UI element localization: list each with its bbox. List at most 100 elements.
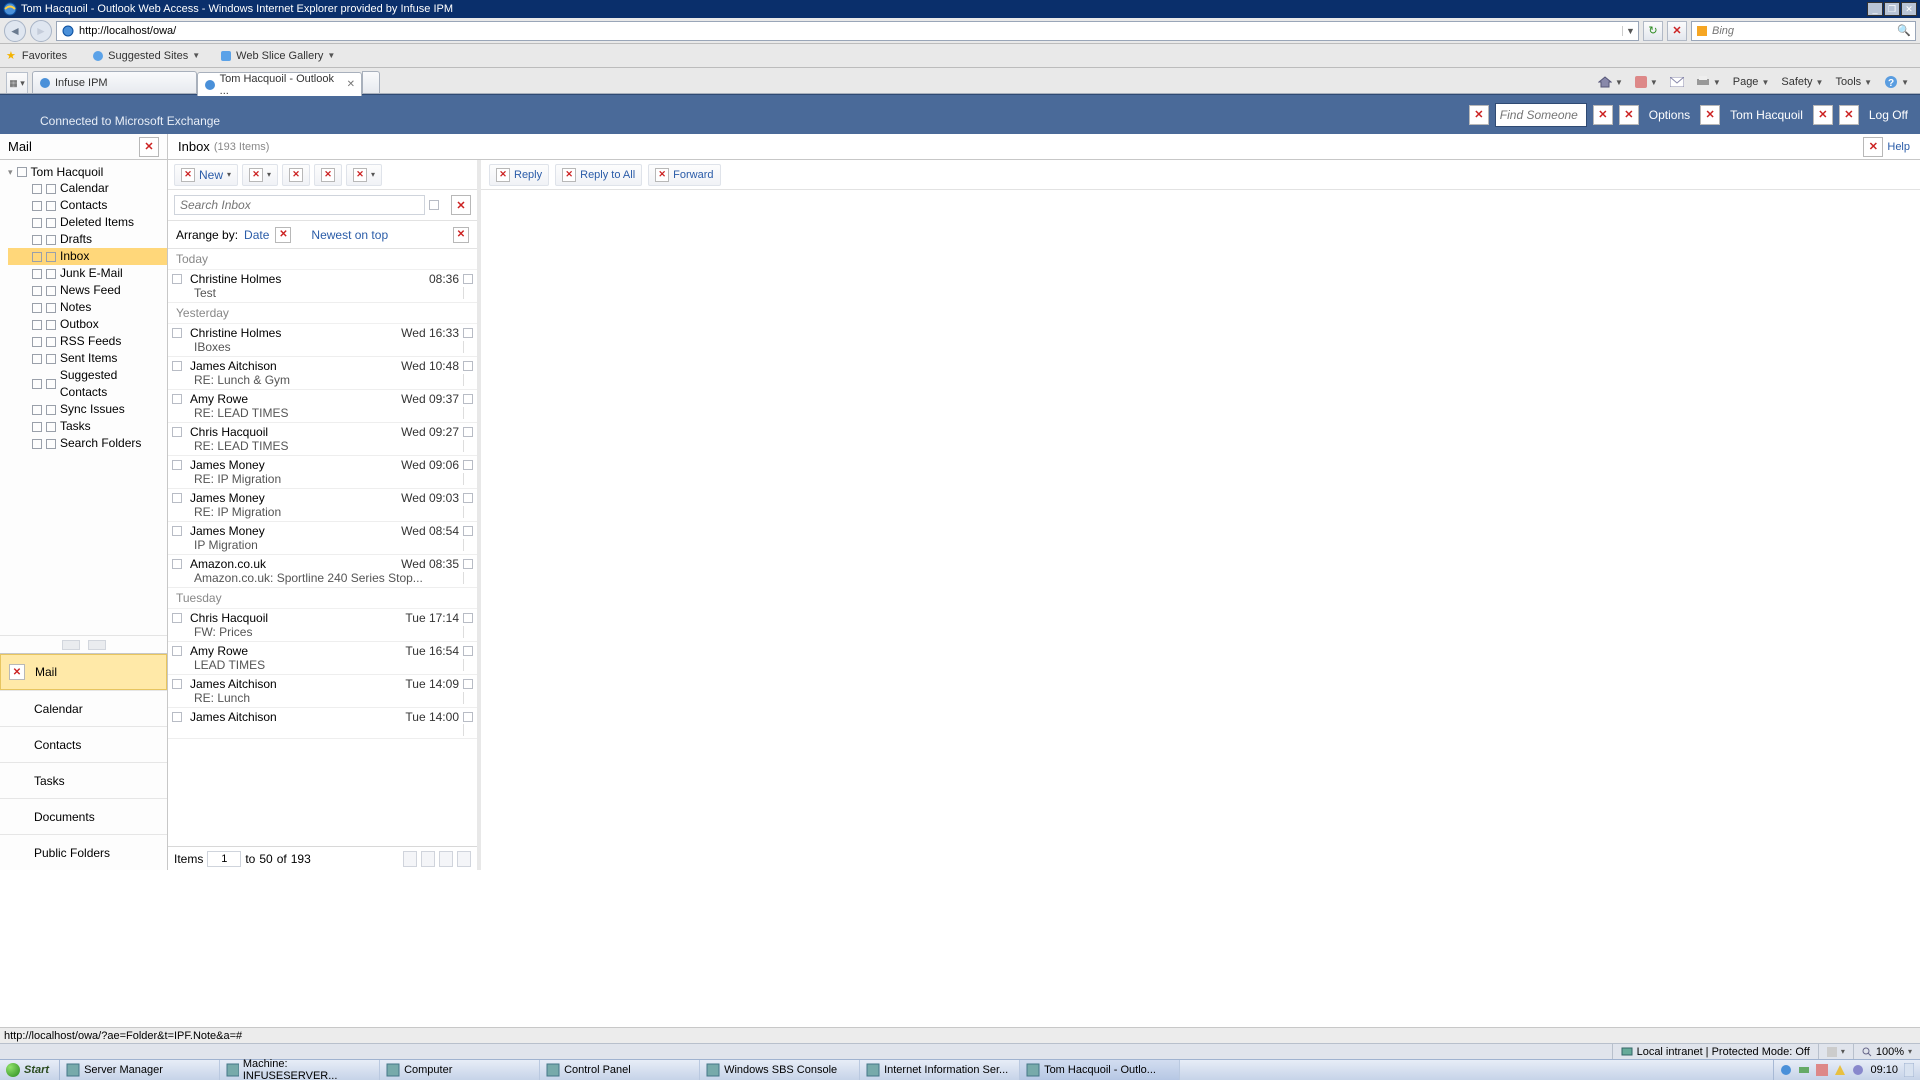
folder-tree[interactable]: ▾ Tom Hacquoil CalendarContactsDeleted I… (0, 160, 167, 635)
toolbar-button[interactable]: ✕ (282, 164, 310, 186)
message-item[interactable]: Chris HacquoilWed 09:27RE: LEAD TIMES (168, 423, 477, 456)
flag-icon[interactable] (463, 659, 473, 671)
message-flag-checkbox[interactable] (463, 712, 473, 722)
nav-tasks[interactable]: Tasks (0, 762, 167, 798)
search-input[interactable] (174, 195, 425, 215)
home-menu[interactable]: ▼ (1595, 74, 1626, 90)
url-dropdown[interactable]: ▼ (1622, 26, 1638, 36)
feeds-menu[interactable]: ▼ (1632, 74, 1661, 90)
folder-item[interactable]: Sync Issues (8, 401, 167, 418)
message-item[interactable]: Amy RoweWed 09:37RE: LEAD TIMES (168, 390, 477, 423)
help-menu[interactable]: ?▼ (1881, 73, 1912, 91)
find-someone-input[interactable] (1496, 108, 1586, 122)
tab-close-icon[interactable]: ✕ (347, 79, 355, 90)
folder-item[interactable]: News Feed (8, 282, 167, 299)
mail-button[interactable] (1667, 75, 1687, 89)
clock[interactable]: 09:10 (1870, 1064, 1898, 1076)
folder-item[interactable]: Search Folders (8, 435, 167, 452)
taskbar-item[interactable]: Internet Information Ser... (860, 1060, 1020, 1080)
message-checkbox[interactable] (172, 427, 182, 437)
print-menu[interactable]: ▼ (1693, 74, 1724, 90)
forward-button[interactable]: ► (30, 20, 52, 42)
pane-handle[interactable] (88, 640, 106, 650)
folder-item[interactable]: Notes (8, 299, 167, 316)
taskbar-item[interactable]: Machine: INFUSESERVER... (220, 1060, 380, 1080)
folder-item[interactable]: Drafts (8, 231, 167, 248)
message-flag-checkbox[interactable] (463, 493, 473, 503)
url-input[interactable] (79, 22, 1622, 40)
system-tray[interactable]: 09:10 (1773, 1060, 1920, 1080)
pager-page-input[interactable] (207, 851, 241, 867)
taskbar-item[interactable]: Windows SBS Console (700, 1060, 860, 1080)
mailbox-root[interactable]: ▾ Tom Hacquoil (8, 164, 167, 180)
minimize-button[interactable]: _ (1867, 2, 1883, 16)
pager-first[interactable] (403, 851, 417, 867)
flag-icon[interactable] (463, 539, 473, 551)
message-group-header[interactable]: Tuesday (168, 588, 477, 609)
flag-icon[interactable] (463, 407, 473, 419)
nav-calendar[interactable]: Calendar (0, 690, 167, 726)
message-group-header[interactable]: Yesterday (168, 303, 477, 324)
flag-icon[interactable] (463, 341, 473, 353)
flag-icon[interactable] (463, 724, 473, 736)
folder-checkbox[interactable] (32, 218, 42, 228)
message-flag-checkbox[interactable] (463, 328, 473, 338)
browser-tab[interactable]: Infuse IPM (32, 71, 197, 93)
show-desktop[interactable] (1904, 1063, 1914, 1077)
folder-checkbox[interactable] (32, 439, 42, 449)
search-button[interactable]: 🔍 (1893, 24, 1915, 37)
message-checkbox[interactable] (172, 679, 182, 689)
message-item[interactable]: Amy RoweTue 16:54LEAD TIMES (168, 642, 477, 675)
folder-checkbox[interactable] (32, 286, 42, 296)
message-flag-checkbox[interactable] (463, 394, 473, 404)
close-button[interactable]: ✕ (1901, 2, 1917, 16)
pager-last[interactable] (457, 851, 471, 867)
message-checkbox[interactable] (172, 613, 182, 623)
message-flag-checkbox[interactable] (463, 526, 473, 536)
tray-icon[interactable] (1834, 1064, 1846, 1076)
flag-icon[interactable] (463, 572, 473, 584)
search-engine-input[interactable] (1712, 25, 1893, 37)
search-engine-box[interactable]: 🔍 (1691, 21, 1916, 41)
message-flag-checkbox[interactable] (463, 274, 473, 284)
logoff-link[interactable]: Log Off (1865, 108, 1912, 122)
pane-handle[interactable] (62, 640, 80, 650)
folder-item[interactable]: RSS Feeds (8, 333, 167, 350)
suggested-sites-link[interactable]: Suggested Sites ▼ (85, 47, 207, 65)
message-item[interactable]: Christine HolmesWed 16:33IBoxes (168, 324, 477, 357)
message-item[interactable]: James MoneyWed 08:54IP Migration (168, 522, 477, 555)
start-button[interactable]: Start (0, 1060, 60, 1080)
reply-button[interactable]: ✕Reply (489, 164, 549, 186)
message-flag-checkbox[interactable] (463, 427, 473, 437)
broken-image-icon[interactable]: ✕ (451, 195, 471, 215)
message-item[interactable]: Chris HacquoilTue 17:14FW: Prices (168, 609, 477, 642)
message-checkbox[interactable] (172, 712, 182, 722)
flag-icon[interactable] (463, 440, 473, 452)
message-checkbox[interactable] (172, 493, 182, 503)
message-checkbox[interactable] (172, 328, 182, 338)
url-bar[interactable]: ▼ (56, 21, 1639, 41)
folder-checkbox[interactable] (32, 320, 42, 330)
folder-checkbox[interactable] (32, 303, 42, 313)
folder-checkbox[interactable] (32, 422, 42, 432)
taskbar-item[interactable]: Control Panel (540, 1060, 700, 1080)
message-item[interactable]: Amazon.co.ukWed 08:35Amazon.co.uk: Sport… (168, 555, 477, 588)
folder-checkbox[interactable] (17, 167, 27, 177)
message-checkbox[interactable] (172, 460, 182, 470)
nav-contacts[interactable]: Contacts (0, 726, 167, 762)
folder-item[interactable]: Calendar (8, 180, 167, 197)
message-flag-checkbox[interactable] (463, 679, 473, 689)
folder-item[interactable]: Junk E-Mail (8, 265, 167, 282)
new-button[interactable]: ✕New▾ (174, 164, 238, 186)
tray-icon[interactable] (1816, 1064, 1828, 1076)
stop-button[interactable]: ✕ (1667, 21, 1687, 41)
flag-icon[interactable] (463, 287, 473, 299)
pager-next[interactable] (439, 851, 453, 867)
message-item[interactable]: James AitchisonTue 14:00 (168, 708, 477, 739)
back-button[interactable]: ◄ (4, 20, 26, 42)
message-checkbox[interactable] (172, 559, 182, 569)
message-flag-checkbox[interactable] (463, 559, 473, 569)
message-checkbox[interactable] (172, 361, 182, 371)
safety-menu[interactable]: Safety▼ (1778, 74, 1826, 90)
message-item[interactable]: James MoneyWed 09:03RE: IP Migration (168, 489, 477, 522)
